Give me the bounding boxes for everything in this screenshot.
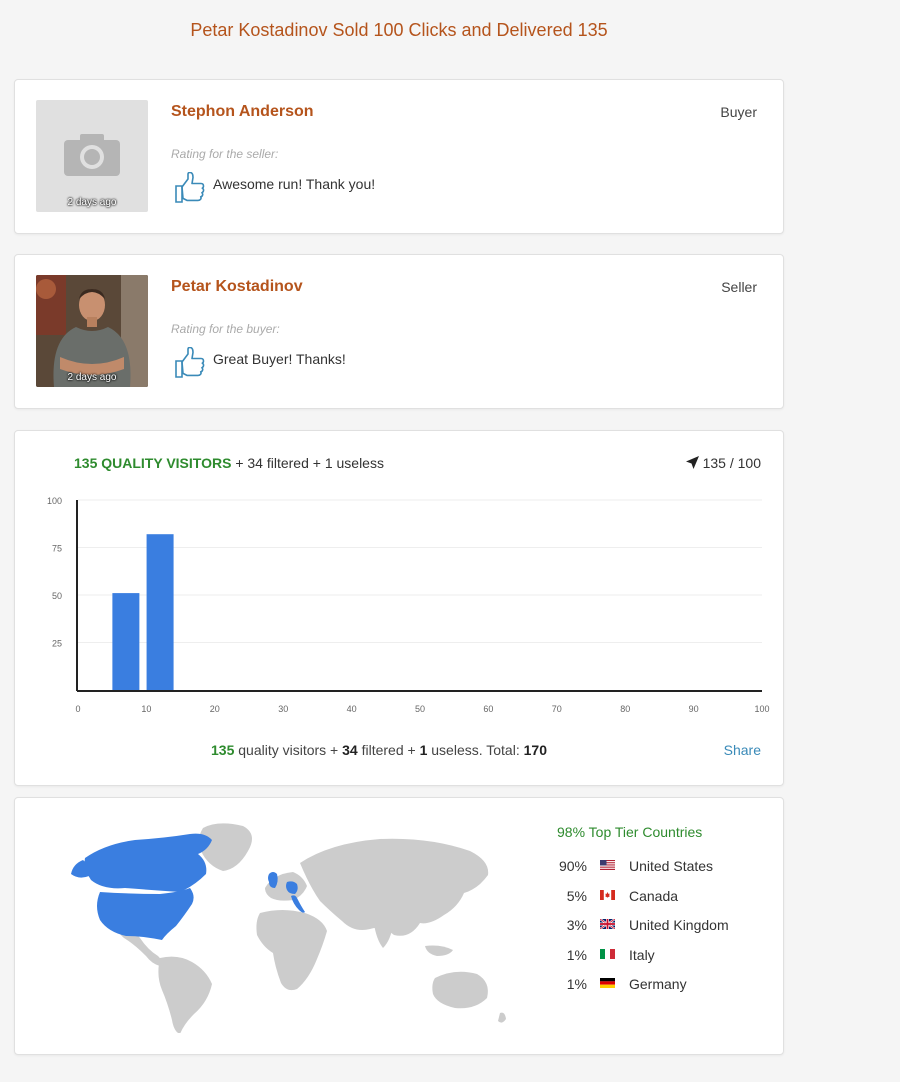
us-flag-icon [600, 860, 615, 870]
click-count: 135 / 100 [685, 455, 761, 471]
x-tick-label: 100 [754, 704, 769, 714]
x-tick-label: 0 [75, 704, 80, 714]
count-value: 135 / 100 [702, 455, 761, 471]
share-link[interactable]: Share [724, 742, 761, 758]
page-title: Petar Kostadinov Sold 100 Clicks and Del… [190, 20, 608, 40]
camera-icon [64, 134, 120, 176]
x-tick-label: 40 [347, 704, 357, 714]
country-name: United States [629, 858, 714, 874]
review-text: Awesome run! Thank you! [213, 176, 376, 192]
x-tick-label: 30 [278, 704, 288, 714]
ca-flag-icon [600, 889, 615, 900]
totals-filtered: 34 [342, 742, 358, 758]
geo-card: 98% Top Tier Countries 90% United States… [14, 797, 784, 1055]
country-name: Italy [629, 946, 655, 963]
country-list: 90% United States 5% Canada 3% United Ki… [545, 858, 775, 1006]
country-percent: 90% [558, 858, 587, 874]
x-tick-label: 20 [210, 704, 220, 714]
de-flag-icon [600, 978, 615, 988]
review-text: Great Buyer! Thanks! [213, 351, 346, 367]
country-percent: 3% [566, 917, 587, 933]
x-tick-label: 90 [689, 704, 699, 714]
y-tick-label: 25 [52, 639, 62, 649]
location-arrow-icon [685, 456, 699, 469]
list-item: 1% Italy [545, 947, 775, 977]
buyer-review-card: 2 days ago Stephon Anderson Buyer Rating… [14, 79, 784, 234]
country-percent: 5% [566, 887, 587, 904]
quality-count: 135 [74, 455, 98, 471]
review-time: 2 days ago [67, 197, 117, 208]
totals-total: 170 [523, 742, 547, 758]
world-map [71, 823, 506, 1033]
avatar: 2 days ago [36, 275, 148, 387]
list-item: 1% Germany [545, 976, 775, 1006]
totals-useless-label: useless. Total: [431, 742, 520, 758]
list-item: 5% Canada [545, 888, 775, 918]
visitors-chart-card: 135 QUALITY VISITORS + 34 filtered + 1 u… [14, 430, 784, 786]
y-tick-label: 75 [52, 544, 62, 554]
x-tick-label: 50 [415, 704, 425, 714]
x-tick-label: 10 [141, 704, 151, 714]
it-flag-icon [600, 948, 615, 959]
totals-useless: 1 [419, 742, 428, 758]
user-photo [36, 275, 148, 387]
review-time: 2 days ago [67, 372, 117, 383]
country-name: United Kingdom [629, 917, 729, 933]
avatar: 2 days ago [36, 100, 148, 212]
rating-hint: Rating for the seller: [171, 147, 279, 161]
top-tier-title: 98% Top Tier Countries [557, 824, 703, 840]
totals-quality-label: quality visitors + [238, 742, 339, 758]
totals-filtered-label: filtered + [361, 742, 416, 758]
y-tick-label: 50 [52, 591, 62, 601]
totals-quality: 135 [211, 742, 235, 758]
reviewer-name[interactable]: Petar Kostadinov [171, 278, 303, 296]
list-item: 3% United Kingdom [545, 917, 775, 947]
list-item: 90% United States [545, 858, 775, 888]
y-tick-label: 100 [47, 496, 62, 506]
chart-bar [146, 534, 174, 690]
reviewer-role: Seller [721, 279, 757, 295]
visitor-totals: 135 quality visitors + 34 filtered + 1 u… [15, 742, 783, 758]
x-tick-label: 60 [483, 704, 493, 714]
quality-label: QUALITY VISITORS [101, 455, 232, 471]
chart-bar [112, 593, 140, 690]
reviewer-role: Buyer [720, 104, 757, 120]
thumbs-up-icon [175, 172, 205, 203]
x-tick-label: 70 [552, 704, 562, 714]
seller-review-card: 2 days ago Petar Kostadinov Seller Ratin… [14, 254, 784, 409]
visitors-summary: 135 QUALITY VISITORS + 34 filtered + 1 u… [74, 455, 384, 471]
x-tick-label: 80 [620, 704, 630, 714]
reviewer-name[interactable]: Stephon Anderson [171, 103, 314, 121]
gb-flag-icon [600, 919, 615, 929]
thumbs-up-icon [175, 347, 205, 378]
country-name: Germany [629, 976, 687, 992]
rating-hint: Rating for the buyer: [171, 322, 280, 336]
country-percent: 1% [566, 976, 587, 992]
filtered-text: + 34 filtered + 1 useless [235, 455, 384, 471]
country-percent: 1% [566, 946, 587, 963]
visitors-bar-chart: 25 50 75 100 0 10 20 30 40 50 60 70 80 90 100 [47, 496, 770, 714]
country-name: Canada [629, 887, 679, 904]
